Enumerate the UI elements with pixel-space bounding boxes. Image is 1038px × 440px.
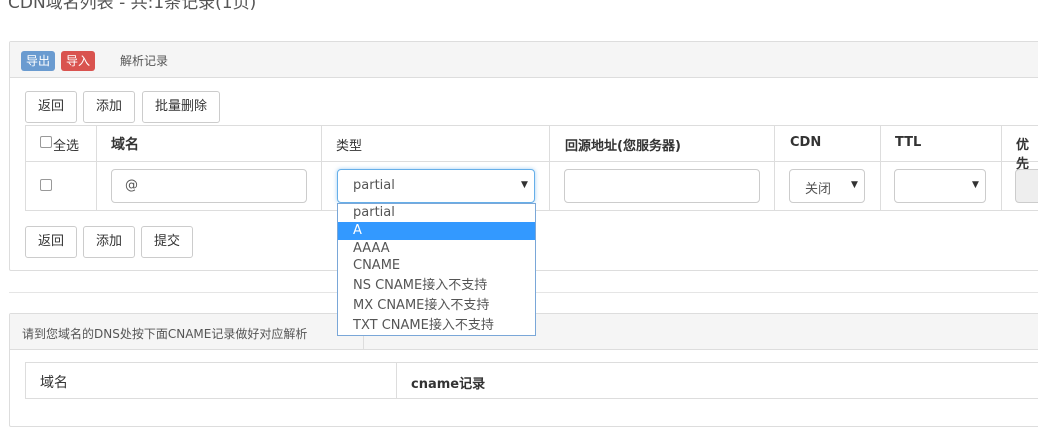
cname-header-domain: 域名 (40, 375, 68, 391)
page-title: CDN域名列表 - 共:1条记录(1页) (8, 0, 257, 13)
type-option[interactable]: MX CNAME接入不支持 (338, 297, 535, 315)
domain-input-value: @ (125, 178, 138, 193)
table-header-divider (25, 161, 1038, 162)
domain-input[interactable] (111, 169, 307, 203)
priority-input[interactable] (1015, 169, 1038, 203)
chevron-down-icon: ▼ (972, 180, 979, 190)
back-button-bottom[interactable]: 返回 (25, 226, 78, 258)
column-divider (1001, 125, 1002, 211)
header-origin: 回源地址(您服务器) (565, 139, 681, 154)
origin-input[interactable] (564, 169, 760, 203)
header-cdn: CDN (790, 135, 822, 150)
tab-dns-records[interactable]: 解析记录 (120, 52, 168, 69)
cname-header-record: cname记录 (411, 377, 486, 392)
column-divider (96, 125, 97, 211)
type-option-selected[interactable]: A (338, 222, 535, 240)
add-button-top[interactable]: 添加 (83, 91, 136, 123)
type-option[interactable]: CNAME (338, 257, 535, 275)
header-priority: 优先 (1016, 138, 1030, 172)
select-all-label: 全选 (53, 139, 80, 154)
type-select-value: partial (353, 178, 395, 193)
header-domain: 域名 (111, 137, 139, 153)
import-button[interactable]: 导入 (61, 51, 96, 71)
type-option[interactable]: partial (338, 204, 535, 222)
chevron-down-icon: ▼ (851, 180, 858, 190)
batch-delete-button[interactable]: 批量删除 (142, 91, 221, 123)
column-divider (321, 125, 322, 211)
cname-table (25, 362, 1038, 399)
type-option[interactable]: NS CNAME接入不支持 (338, 277, 535, 295)
back-button-top[interactable]: 返回 (25, 91, 78, 123)
column-divider (774, 125, 775, 211)
chevron-down-icon: ▼ (521, 180, 528, 190)
type-option[interactable]: TXT CNAME接入不支持 (338, 317, 535, 335)
cdn-select-value: 关闭 (805, 182, 832, 197)
submit-button[interactable]: 提交 (141, 226, 194, 258)
header-type: 类型 (336, 139, 363, 154)
column-divider (880, 125, 881, 211)
select-all-checkbox[interactable] (40, 136, 52, 148)
column-divider (549, 125, 550, 211)
header-ttl: TTL (895, 135, 922, 150)
type-option[interactable]: AAAA (338, 240, 535, 258)
dns-hint-text: 请到您域名的DNS处按下面CNAME记录做好对应解析 (22, 327, 308, 341)
column-divider (396, 362, 397, 399)
export-button[interactable]: 导出 (21, 51, 56, 71)
row-checkbox[interactable] (40, 179, 52, 191)
add-button-bottom[interactable]: 添加 (83, 226, 136, 258)
